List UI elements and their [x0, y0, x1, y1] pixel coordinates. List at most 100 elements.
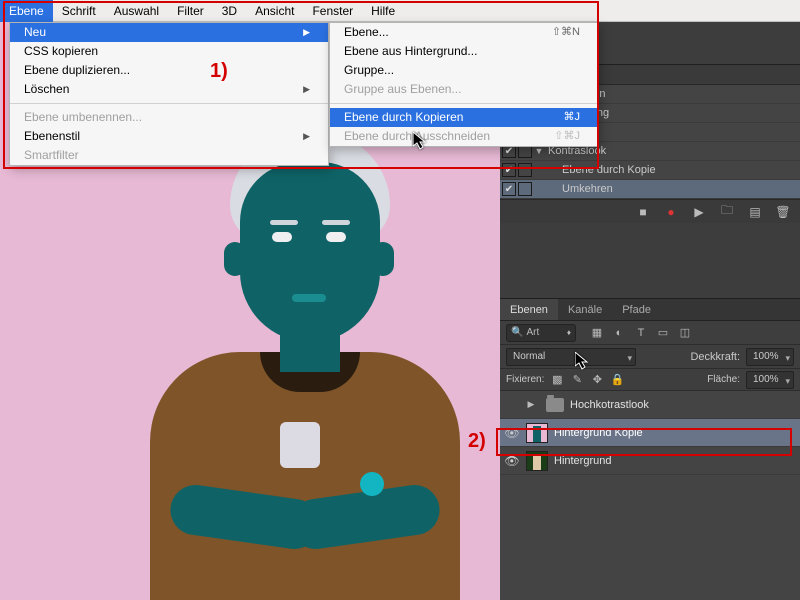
- menu-ansicht[interactable]: Ansicht: [246, 0, 303, 22]
- checkbox-icon[interactable]: [502, 182, 516, 196]
- menuitem-ebene-duplizieren[interactable]: Ebene duplizieren...: [10, 61, 328, 80]
- dialog-toggle-icon[interactable]: [518, 163, 532, 177]
- portrait-brow-right: [322, 220, 350, 225]
- actions-step-label: Ebene durch Kopie: [562, 164, 656, 176]
- blend-mode-select[interactable]: Normal: [506, 348, 636, 366]
- menuitem-gruppe[interactable]: Gruppe...: [330, 61, 598, 80]
- menuitem-ebene-durch-kopieren[interactable]: Ebene durch Kopieren ⌘J: [330, 108, 598, 127]
- folder-icon: [546, 398, 564, 412]
- checkbox-icon[interactable]: [502, 163, 516, 177]
- opacity-input[interactable]: 100%: [746, 348, 794, 366]
- filter-image-icon[interactable]: ▦: [590, 326, 604, 340]
- menuitem-label: Smartfilter: [24, 146, 79, 165]
- tab-ebenen[interactable]: Ebenen: [500, 299, 558, 320]
- menuitem-label: Neu: [24, 23, 46, 42]
- visibility-toggle[interactable]: 👁: [504, 426, 520, 440]
- actions-toolbar: ■ ● ▶ 🗀 ▤ 🗑: [500, 199, 800, 223]
- dropdown-ebene[interactable]: Neu CSS kopieren Ebene duplizieren... Lö…: [9, 22, 329, 166]
- dialog-toggle-icon[interactable]: [518, 182, 532, 196]
- portrait-badge: [280, 422, 320, 468]
- layer-filter-icons: ▦ ◐ T ▭ ◫: [590, 326, 692, 340]
- layer-name[interactable]: Hochkotrastlook: [570, 399, 649, 411]
- layer-filter-label: Art: [526, 327, 539, 338]
- menuitem-ebene-aus-hintergrund[interactable]: Ebene aus Hintergrund...: [330, 42, 598, 61]
- record-icon[interactable]: ●: [664, 205, 678, 219]
- portrait-eye-right: [326, 232, 346, 242]
- menuitem-label: Ebene duplizieren...: [24, 61, 130, 80]
- visibility-toggle[interactable]: 👁: [504, 454, 520, 468]
- menuitem-css-kopieren[interactable]: CSS kopieren: [10, 42, 328, 61]
- menu-fenster[interactable]: Fenster: [303, 0, 362, 22]
- menuitem-loeschen[interactable]: Löschen: [10, 80, 328, 99]
- menu-filter[interactable]: Filter: [168, 0, 213, 22]
- menuitem-ebene-umbenennen[interactable]: Ebene umbenennen...: [10, 108, 328, 127]
- fill-input[interactable]: 100%: [746, 371, 794, 389]
- lock-position-icon[interactable]: ✥: [590, 373, 604, 387]
- menu-separator: [330, 103, 598, 104]
- twisty-right-icon[interactable]: ▶: [526, 399, 536, 410]
- menu-ebene[interactable]: Ebene: [0, 0, 53, 22]
- dropdown-neu[interactable]: Ebene... ⇧⌘N Ebene aus Hintergrund... Gru…: [329, 22, 599, 147]
- layers-panel: Ebenen Kanäle Pfade 🔍Art♦ ▦ ◐ T ▭ ◫ Norm…: [500, 298, 800, 600]
- layer-item[interactable]: 👁 Hintergrund Kopie: [500, 419, 800, 447]
- filter-type-icon[interactable]: T: [634, 326, 648, 340]
- portrait-eye-left: [272, 232, 292, 242]
- search-icon: 🔍: [511, 327, 523, 338]
- portrait-mouth: [292, 294, 326, 302]
- layers-filter-row: 🔍Art♦ ▦ ◐ T ▭ ◫: [500, 321, 800, 345]
- layers-panel-tabs: Ebenen Kanäle Pfade: [500, 299, 800, 321]
- menu-schrift[interactable]: Schrift: [53, 0, 105, 22]
- menuitem-shortcut: ⇧⌘N: [552, 23, 580, 42]
- folder-icon[interactable]: 🗀: [720, 205, 734, 219]
- layer-thumbnail[interactable]: [526, 423, 548, 443]
- menuitem-ebene-new[interactable]: Ebene... ⇧⌘N: [330, 23, 598, 42]
- portrait-ear-right: [372, 242, 394, 276]
- menuitem-label: Ebene...: [344, 23, 389, 42]
- menuitem-ebenenstil[interactable]: Ebenenstil: [10, 127, 328, 146]
- actions-step-label: Umkehren: [562, 183, 613, 195]
- menuitem-neu[interactable]: Neu: [10, 23, 328, 42]
- portrait-brow-left: [270, 220, 298, 225]
- layers-list[interactable]: ▶ Hochkotrastlook 👁 Hintergrund Kopie 👁 …: [500, 391, 800, 475]
- tab-pfade[interactable]: Pfade: [612, 299, 661, 320]
- fill-value: 100%: [753, 374, 779, 385]
- tab-kanaele[interactable]: Kanäle: [558, 299, 612, 320]
- menuitem-smartfilter[interactable]: Smartfilter: [10, 146, 328, 165]
- lock-transparent-icon[interactable]: ▩: [550, 373, 564, 387]
- filter-shape-icon[interactable]: ▭: [656, 326, 670, 340]
- trash-icon[interactable]: 🗑: [776, 205, 790, 219]
- filter-smart-icon[interactable]: ◫: [678, 326, 692, 340]
- twisty-down-icon[interactable]: ▼: [534, 146, 544, 156]
- opacity-label: Deckkraft:: [690, 351, 740, 363]
- filter-adjust-icon[interactable]: ◐: [612, 326, 626, 340]
- play-icon[interactable]: ▶: [692, 205, 706, 219]
- menu-separator: [10, 103, 328, 104]
- layers-blend-row: Normal Deckkraft: 100%: [500, 345, 800, 369]
- layer-thumbnail[interactable]: [526, 451, 548, 471]
- menubar[interactable]: Ebene Schrift Auswahl Filter 3D Ansicht …: [0, 0, 800, 22]
- menuitem-label: Löschen: [24, 80, 69, 99]
- new-icon[interactable]: ▤: [748, 205, 762, 219]
- opacity-value: 100%: [753, 351, 779, 362]
- stop-icon[interactable]: ■: [636, 205, 650, 219]
- portrait-ear-left: [224, 242, 246, 276]
- menu-3d[interactable]: 3D: [213, 0, 246, 22]
- lock-pixels-icon[interactable]: ✎: [570, 373, 584, 387]
- menuitem-label: Ebenenstil: [24, 127, 80, 146]
- lock-all-icon[interactable]: 🔒: [610, 373, 624, 387]
- layer-filter-kind[interactable]: 🔍Art♦: [506, 324, 576, 342]
- menuitem-shortcut: ⌘J: [564, 108, 581, 127]
- layer-item[interactable]: 👁 Hintergrund: [500, 447, 800, 475]
- layer-name[interactable]: Hintergrund: [554, 455, 611, 467]
- layer-group[interactable]: ▶ Hochkotrastlook: [500, 391, 800, 419]
- menuitem-label: Ebene aus Hintergrund...: [344, 42, 477, 61]
- menu-hilfe[interactable]: Hilfe: [362, 0, 404, 22]
- actions-step[interactable]: Ebene durch Kopie: [500, 161, 800, 180]
- menu-auswahl[interactable]: Auswahl: [105, 0, 168, 22]
- menuitem-label: Ebene durch Ausschneiden: [344, 127, 490, 146]
- menuitem-gruppe-aus-ebenen[interactable]: Gruppe aus Ebenen...: [330, 80, 598, 99]
- menuitem-ebene-durch-ausschneiden[interactable]: Ebene durch Ausschneiden⇧⌘J: [330, 127, 598, 146]
- menuitem-label: Ebene durch Kopieren: [344, 108, 463, 127]
- layer-name[interactable]: Hintergrund Kopie: [554, 427, 643, 439]
- actions-step[interactable]: Umkehren: [500, 180, 800, 199]
